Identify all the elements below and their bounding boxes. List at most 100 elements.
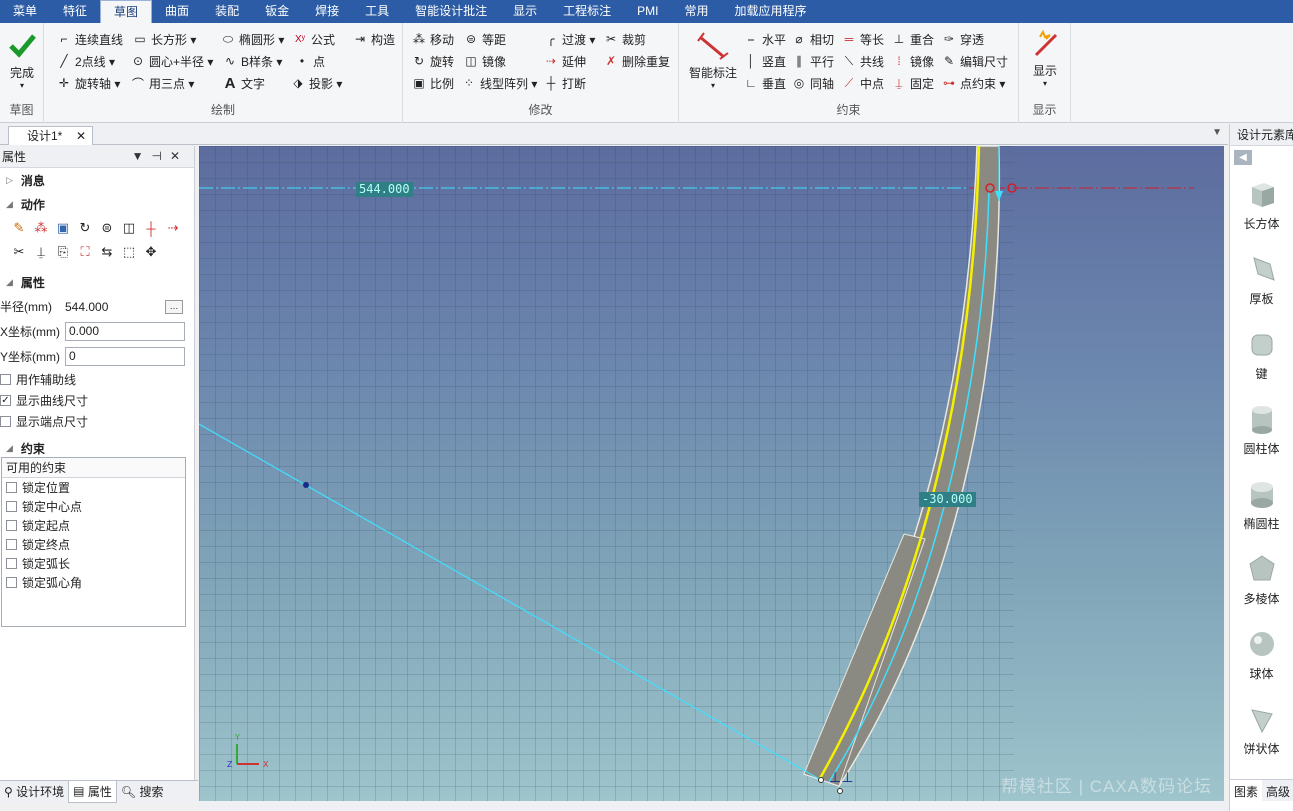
rectangle-button[interactable]: ▭ 长方形 ▾ [132,29,196,49]
scale-button[interactable]: ▣ 比例 [411,73,454,93]
checkbox[interactable] [6,577,17,588]
option-end-dim[interactable]: 显示端点尺寸 [0,411,194,432]
rotate-icon[interactable]: ↻ [76,219,94,237]
library-item-plate[interactable]: 厚板 [1230,243,1293,318]
menu-item[interactable]: 显示 [500,0,550,23]
offset-icon[interactable]: ⊜ [98,219,116,237]
formula-button[interactable]: Xʸ 公式 [292,29,335,49]
coincident-button[interactable]: ⊥ 重合 [891,29,934,49]
trim-button[interactable]: ✂ 裁剪 [603,29,646,49]
menu-item[interactable]: PMI [624,0,671,23]
fillet-button[interactable]: ╭ 过渡 ▾ [543,29,595,49]
construct-button[interactable]: ⇥ 构造 [352,29,395,49]
browse-button[interactable]: … [165,299,183,314]
tab-design-environment[interactable]: ⚲ 设计环境 [0,781,68,803]
extend-button[interactable]: ⇢ 延伸 [543,51,586,71]
section-properties[interactable]: ◢ 属性 [0,270,194,294]
library-item-cylinder[interactable]: 圆柱体 [1230,393,1293,468]
ellipse-button[interactable]: ⬭ 椭圆形 ▾ [220,29,284,49]
node-icon[interactable]: ⁂ [32,219,50,237]
break-icon[interactable]: ┼ [142,219,160,237]
edit-dimension-button[interactable]: ✎ 编辑尺寸 [941,51,1008,71]
menu-item[interactable]: 智能设计批注 [402,0,500,23]
three-point-button[interactable]: ⌒ 用三点 ▾ [130,73,194,93]
bspline-button[interactable]: ∿ B样条 ▾ [222,51,282,71]
tab-search[interactable]: 🔍︎ 搜索 [117,781,168,803]
list-item[interactable]: 锁定弧心角 [2,573,185,592]
fix-icon[interactable]: ⍊ [32,243,50,261]
copy-icon[interactable]: ⎘ [54,243,72,261]
menu-item[interactable]: 曲面 [152,0,202,23]
extend-icon[interactable]: ⇢ [164,219,182,237]
menu-item[interactable]: 常用 [672,0,722,23]
menu-item[interactable]: 菜单 [0,0,50,23]
endpoint[interactable] [837,788,843,794]
select-icon[interactable]: ⬚ [120,243,138,261]
horizontal-button[interactable]: ⎯ 水平 [743,29,786,49]
menu-item[interactable]: 钣金 [252,0,302,23]
complete-button[interactable]: 完成 ▾ [4,31,40,90]
axis-button[interactable]: ✛ 旋转轴 ▾ [56,73,120,93]
display-button[interactable]: 显示 ▾ [1025,29,1065,88]
linear-pattern-button[interactable]: ⁘ 线型阵列 ▾ [461,73,537,93]
document-tab[interactable]: 设计1* ✕ [8,126,93,145]
scissors-icon[interactable]: ✂ [10,243,28,261]
panel-controls[interactable]: ▼⊣✕ [132,149,188,163]
library-item-polyprism[interactable]: 多棱体 [1230,543,1293,618]
tab-advanced[interactable]: 高级 [1262,780,1293,801]
checkbox[interactable] [6,501,17,512]
chevron-down-icon[interactable]: ▼ [1212,127,1222,138]
point-constraint-button[interactable]: ⊶ 点约束 ▾ [941,73,1005,93]
library-item-elliptic-cylinder[interactable]: 椭圆柱 [1230,468,1293,543]
mirror-button[interactable]: ◫ 镜像 [463,51,506,71]
circle-button[interactable]: ⊙ 圆心+半径 ▾ [130,51,213,71]
concentric-button[interactable]: ◎ 同轴 [791,73,834,93]
center-point[interactable] [303,482,309,488]
endpoint[interactable] [818,777,824,783]
menu-item[interactable]: 装配 [202,0,252,23]
symmetric-button[interactable]: ⁞ 镜像 [891,51,934,71]
section-message[interactable]: ▷ 消息 [0,168,194,192]
move-button[interactable]: ⁂ 移动 [411,29,454,49]
midpoint-button[interactable]: ⟋ 中点 [841,73,884,93]
list-item[interactable]: 锁定起点 [2,516,185,535]
radius-dimension-label[interactable]: 544.000 [356,182,413,197]
delete-duplicate-button[interactable]: ✗ 删除重复 [603,51,670,71]
list-item[interactable]: 锁定中心点 [2,497,185,516]
y-coordinate-input[interactable]: 0 [65,347,185,366]
checkbox[interactable] [0,374,11,385]
list-item[interactable]: 锁定终点 [2,535,185,554]
perpendicular-button[interactable]: ∟ 垂直 [743,73,786,93]
point-button[interactable]: • 点 [294,51,325,71]
polyline-button[interactable]: ⌐ 连续直线 [56,29,123,49]
checkbox-checked[interactable]: ✓ [0,395,11,406]
fix-button[interactable]: ⍊ 固定 [891,73,934,93]
tab-primitives[interactable]: 图素 [1230,780,1263,801]
library-item-box[interactable]: 长方体 [1230,168,1293,243]
lock-icon[interactable]: ⛶ [76,243,94,261]
sketch-canvas[interactable]: ⊥⊥ Y X Z 544.000 -30.000 帮模社区 | CAXA数码论坛 [199,146,1224,801]
text-button[interactable]: A 文字 [222,73,265,93]
x-coordinate-input[interactable]: 0.000 [65,322,185,341]
smart-dimension-button[interactable]: 智能标注 ▾ [685,29,741,90]
equal-length-button[interactable]: ═ 等长 [841,29,884,49]
tab-properties[interactable]: ▤ 属性 [68,780,117,803]
option-aux-line[interactable]: 用作辅助线 [0,369,194,390]
vertical-button[interactable]: │ 竖直 [743,51,786,71]
menu-item[interactable]: 特征 [50,0,100,23]
section-action[interactable]: ◢ 动作 [0,192,194,216]
menu-item-active[interactable]: 草图 [100,0,153,23]
menu-item[interactable]: 工具 [352,0,402,23]
back-button[interactable]: ◀ [1230,146,1293,168]
rotate-button[interactable]: ↻ 旋转 [411,51,454,71]
menu-item[interactable]: 加载应用程序 [722,0,820,23]
list-item[interactable]: 锁定弧长 [2,554,185,573]
pierce-button[interactable]: ✑ 穿透 [941,29,984,49]
offset-dimension-label[interactable]: -30.000 [919,492,976,507]
tangent-button[interactable]: ⌀ 相切 [791,29,834,49]
two-point-line-button[interactable]: ╱ 2点线 ▾ [56,51,115,71]
list-item[interactable]: 锁定位置 [2,478,185,497]
library-item-pie[interactable]: 饼状体 [1230,693,1293,768]
move-icon[interactable]: ✥ [142,243,160,261]
project-button[interactable]: ⬗ 投影 ▾ [290,73,342,93]
